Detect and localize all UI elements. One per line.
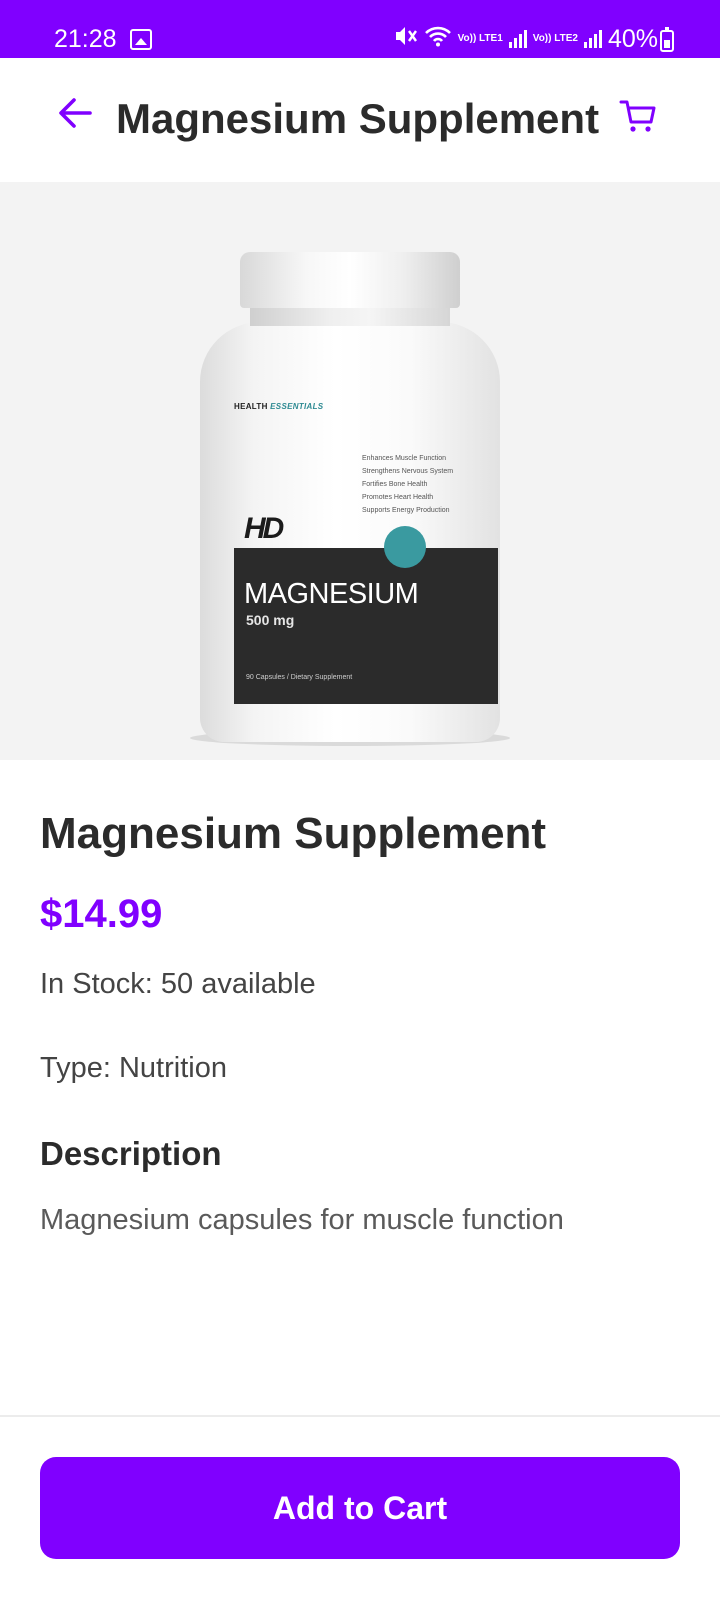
label-brand-suffix: ESSENTIALS [270, 402, 324, 411]
cart-icon [619, 100, 656, 132]
network-lte1-label: Vo)) LTE1 [457, 33, 503, 44]
back-button[interactable] [52, 90, 98, 136]
label-brand-prefix: HEALTH [234, 402, 271, 411]
network-lte2-label: Vo)) LTE2 [532, 33, 578, 44]
label-benefits: Enhances Muscle Function Strengthens Ner… [362, 452, 453, 517]
cart-button[interactable] [618, 96, 658, 136]
bottom-divider [0, 1415, 720, 1417]
gallery-icon [130, 29, 152, 50]
page-title: Magnesium Supplement [116, 95, 600, 142]
battery-icon [660, 27, 674, 52]
mute-icon [394, 25, 418, 54]
signal-icon [583, 30, 602, 48]
label-dose: 500 mg [246, 612, 295, 628]
label-benefit: Fortifies Bone Health [362, 481, 428, 488]
signal-icon [508, 30, 527, 48]
app-bar: Magnesium Supplement [0, 58, 720, 182]
status-bar: 21:28 Vo)) LTE1 Vo)) LTE2 40% [0, 0, 720, 58]
product-type: Type: Nutrition [40, 1052, 227, 1084]
label-logo: HD [244, 512, 284, 545]
label-product-name: MAGNESIUM [244, 578, 419, 610]
stock-status: In Stock: 50 available [40, 968, 316, 1000]
status-time: 21:28 [54, 25, 117, 53]
label-brand: HEALTH ESSENTIALS [234, 402, 323, 411]
label-benefit: Strengthens Nervous System [362, 468, 454, 475]
arrow-left-icon [59, 98, 92, 128]
battery-percent: 40% [607, 24, 658, 53]
wifi-icon [424, 25, 452, 54]
description-text: Magnesium capsules for muscle function [40, 1204, 564, 1236]
description-heading: Description [40, 1135, 222, 1172]
label-benefit: Supports Energy Production [362, 507, 450, 514]
label-benefit: Promotes Heart Health [362, 494, 434, 501]
bottle-cap [240, 252, 460, 308]
product-image: HEALTH ESSENTIALS Enhances Muscle Functi… [0, 182, 720, 760]
status-icons: Vo)) LTE1 Vo)) LTE2 40% [394, 24, 658, 54]
product-price: $14.99 [40, 892, 163, 936]
label-benefit: Enhances Muscle Function [362, 455, 447, 462]
label-footer: 90 Capsules / Dietary Supplement [246, 674, 353, 681]
product-name: Magnesium Supplement [40, 809, 547, 858]
add-to-cart-button[interactable]: Add to Cart [40, 1457, 680, 1559]
label-dot [384, 526, 426, 568]
